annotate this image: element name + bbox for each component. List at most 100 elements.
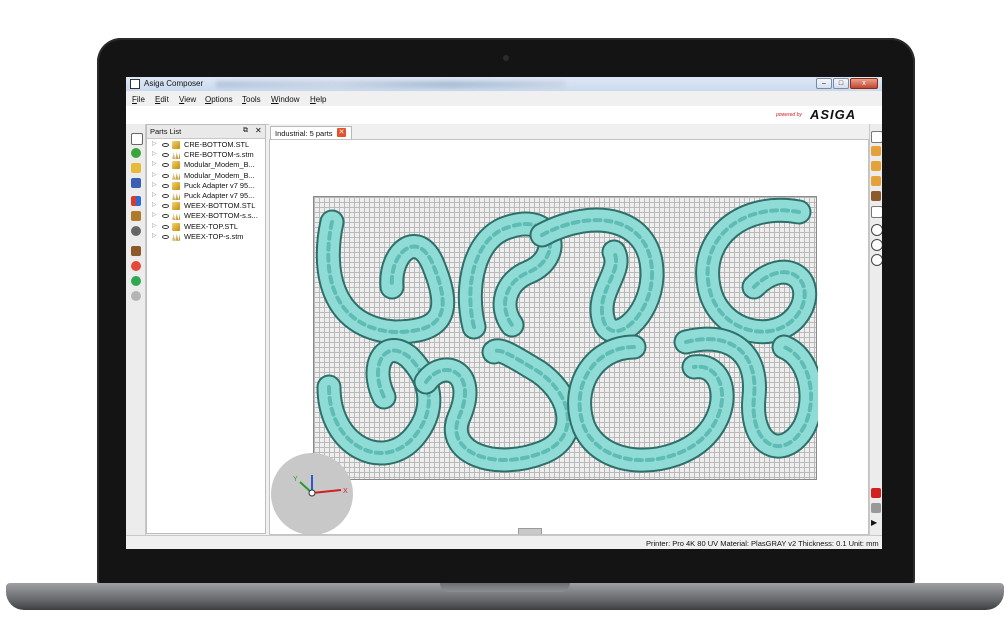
- minimize-button[interactable]: –: [816, 78, 832, 89]
- expand-arrow-icon[interactable]: ▷: [152, 222, 157, 229]
- menu-bar: File Edit View Options Tools Window Help: [126, 92, 882, 106]
- build-play-icon[interactable]: [131, 276, 141, 286]
- list-item[interactable]: ▷ WEEX-TOP.STL: [147, 222, 265, 232]
- menu-view[interactable]: View: [179, 95, 196, 104]
- part-name: WEEX-BOTTOM.STL: [184, 201, 256, 211]
- save-icon[interactable]: [131, 178, 141, 188]
- list-item[interactable]: ▷ WEEX-TOP-s.stm: [147, 232, 265, 242]
- eye-icon[interactable]: [162, 173, 169, 178]
- menu-edit[interactable]: Edit: [155, 95, 169, 104]
- close-window-button[interactable]: x: [850, 78, 878, 89]
- expand-arrow-icon[interactable]: ▷: [152, 160, 157, 167]
- ruler-icon[interactable]: [871, 488, 881, 498]
- eye-icon[interactable]: [162, 193, 169, 198]
- list-item[interactable]: ▷ WEEX-BOTTOM.STL: [147, 201, 265, 211]
- eye-icon[interactable]: [162, 214, 169, 219]
- status-bar: Printer: Pro 4K 80 UV Material: PlasGRAY…: [126, 535, 882, 549]
- right-toolbar: ▶: [869, 124, 882, 549]
- document-tabs: Industrial: 5 parts ✕: [269, 124, 869, 139]
- eye-icon[interactable]: [162, 163, 169, 168]
- eye-icon[interactable]: [162, 234, 169, 239]
- laptop-notch: [440, 583, 570, 592]
- orientation-gizmo[interactable]: X Y: [271, 453, 353, 534]
- eye-icon[interactable]: [162, 204, 169, 209]
- expand-arrow-icon[interactable]: ▷: [152, 211, 157, 218]
- zoom-in-icon[interactable]: [871, 224, 882, 236]
- play-arrow-icon[interactable]: ▶: [871, 518, 881, 528]
- menu-help[interactable]: Help: [310, 95, 326, 104]
- expand-arrow-icon[interactable]: ▷: [152, 232, 157, 239]
- eye-icon[interactable]: [162, 224, 169, 229]
- list-item[interactable]: ▷ Modular_Modem_B...: [147, 171, 265, 181]
- restore-icon[interactable]: ⧉: [243, 127, 248, 135]
- dental-arch-part[interactable]: [413, 338, 581, 473]
- viewport-resize-handle[interactable]: [518, 528, 542, 534]
- zoom-fit-icon[interactable]: [871, 254, 882, 266]
- settings-gear-icon[interactable]: [131, 291, 141, 301]
- tab-close-icon[interactable]: ✕: [337, 128, 346, 137]
- supports-icon[interactable]: [131, 211, 141, 221]
- eye-icon[interactable]: [162, 153, 169, 158]
- expand-arrow-icon[interactable]: ▷: [152, 150, 157, 157]
- x-axis-line: [311, 489, 342, 494]
- dental-arch-part[interactable]: [316, 338, 442, 466]
- view-bottom-icon[interactable]: [871, 191, 881, 201]
- add-part-icon[interactable]: [131, 148, 141, 158]
- view-side-icon[interactable]: [871, 161, 881, 171]
- app-window: Asiga Composer – □ x File Edit View Opti…: [126, 77, 882, 549]
- support-part-icon: [172, 213, 180, 221]
- status-text: Printer: Pro 4K 80 UV Material: PlasGRAY…: [646, 539, 879, 548]
- powered-by-label: powered by: [776, 112, 802, 118]
- support-part-icon: [172, 172, 180, 180]
- view-iso-icon[interactable]: [871, 206, 882, 218]
- x-axis-label: X: [343, 488, 348, 495]
- parts-list-title: Parts List: [150, 127, 182, 136]
- dental-arch-part[interactable]: [315, 209, 456, 345]
- list-item[interactable]: ▷ Puck Adapter v7 95...: [147, 191, 265, 201]
- left-toolbar: [126, 124, 146, 549]
- tab-industrial[interactable]: Industrial: 5 parts ✕: [270, 126, 352, 139]
- layout-icon[interactable]: [131, 196, 141, 206]
- list-item[interactable]: ▷ CRE-BOTTOM.STL: [147, 140, 265, 150]
- stop-icon[interactable]: [131, 261, 141, 271]
- solid-part-icon: [172, 222, 180, 231]
- asiga-logo: ASIGA: [810, 107, 857, 122]
- eye-icon[interactable]: [162, 143, 169, 147]
- list-item[interactable]: ▷ Modular_Modem_B...: [147, 160, 265, 170]
- dental-arch-part[interactable]: [567, 334, 735, 473]
- app-icon: [130, 79, 140, 89]
- expand-arrow-icon[interactable]: ▷: [152, 171, 157, 178]
- view-top-icon[interactable]: [871, 176, 881, 186]
- slice-icon[interactable]: [131, 226, 141, 236]
- solid-part-icon: [172, 181, 180, 190]
- platform-icon[interactable]: [131, 246, 141, 256]
- tab-label: Industrial: 5 parts: [275, 129, 333, 138]
- eye-icon[interactable]: [162, 183, 169, 188]
- parts-list-header: Parts List ⧉ ✕: [147, 125, 265, 139]
- zoom-out-icon[interactable]: [871, 239, 882, 251]
- view-front-icon[interactable]: [871, 146, 881, 156]
- support-part-icon: [172, 151, 180, 160]
- expand-arrow-icon[interactable]: ▷: [152, 181, 157, 188]
- tool-options-icon[interactable]: [871, 503, 881, 513]
- build-plate-parts: [315, 197, 818, 473]
- list-item[interactable]: ▷ WEEX-BOTTOM-s.s...: [147, 211, 265, 221]
- menu-file[interactable]: File: [132, 95, 145, 104]
- menu-options[interactable]: Options: [205, 95, 233, 104]
- expand-arrow-icon[interactable]: ▷: [152, 191, 157, 198]
- list-item[interactable]: ▷ Puck Adapter v7 95...: [147, 181, 265, 191]
- expand-arrow-icon[interactable]: ▷: [152, 201, 157, 208]
- dental-arch-part[interactable]: [695, 197, 818, 345]
- parts-close-button[interactable]: ✕: [255, 126, 262, 135]
- dental-arch-part[interactable]: [529, 207, 665, 344]
- list-item[interactable]: ▷ CRE-BOTTOM-s.stm: [147, 150, 265, 160]
- 3d-viewport[interactable]: X Y: [269, 139, 869, 535]
- expand-arrow-icon[interactable]: ▷: [152, 140, 157, 147]
- menu-window[interactable]: Window: [271, 95, 299, 104]
- maximize-button[interactable]: □: [833, 78, 849, 89]
- view-cube-icon[interactable]: [871, 131, 882, 143]
- open-folder-icon[interactable]: [131, 163, 141, 173]
- menu-tools[interactable]: Tools: [242, 95, 261, 104]
- new-file-icon[interactable]: [131, 133, 143, 145]
- solid-part-icon: [172, 161, 180, 170]
